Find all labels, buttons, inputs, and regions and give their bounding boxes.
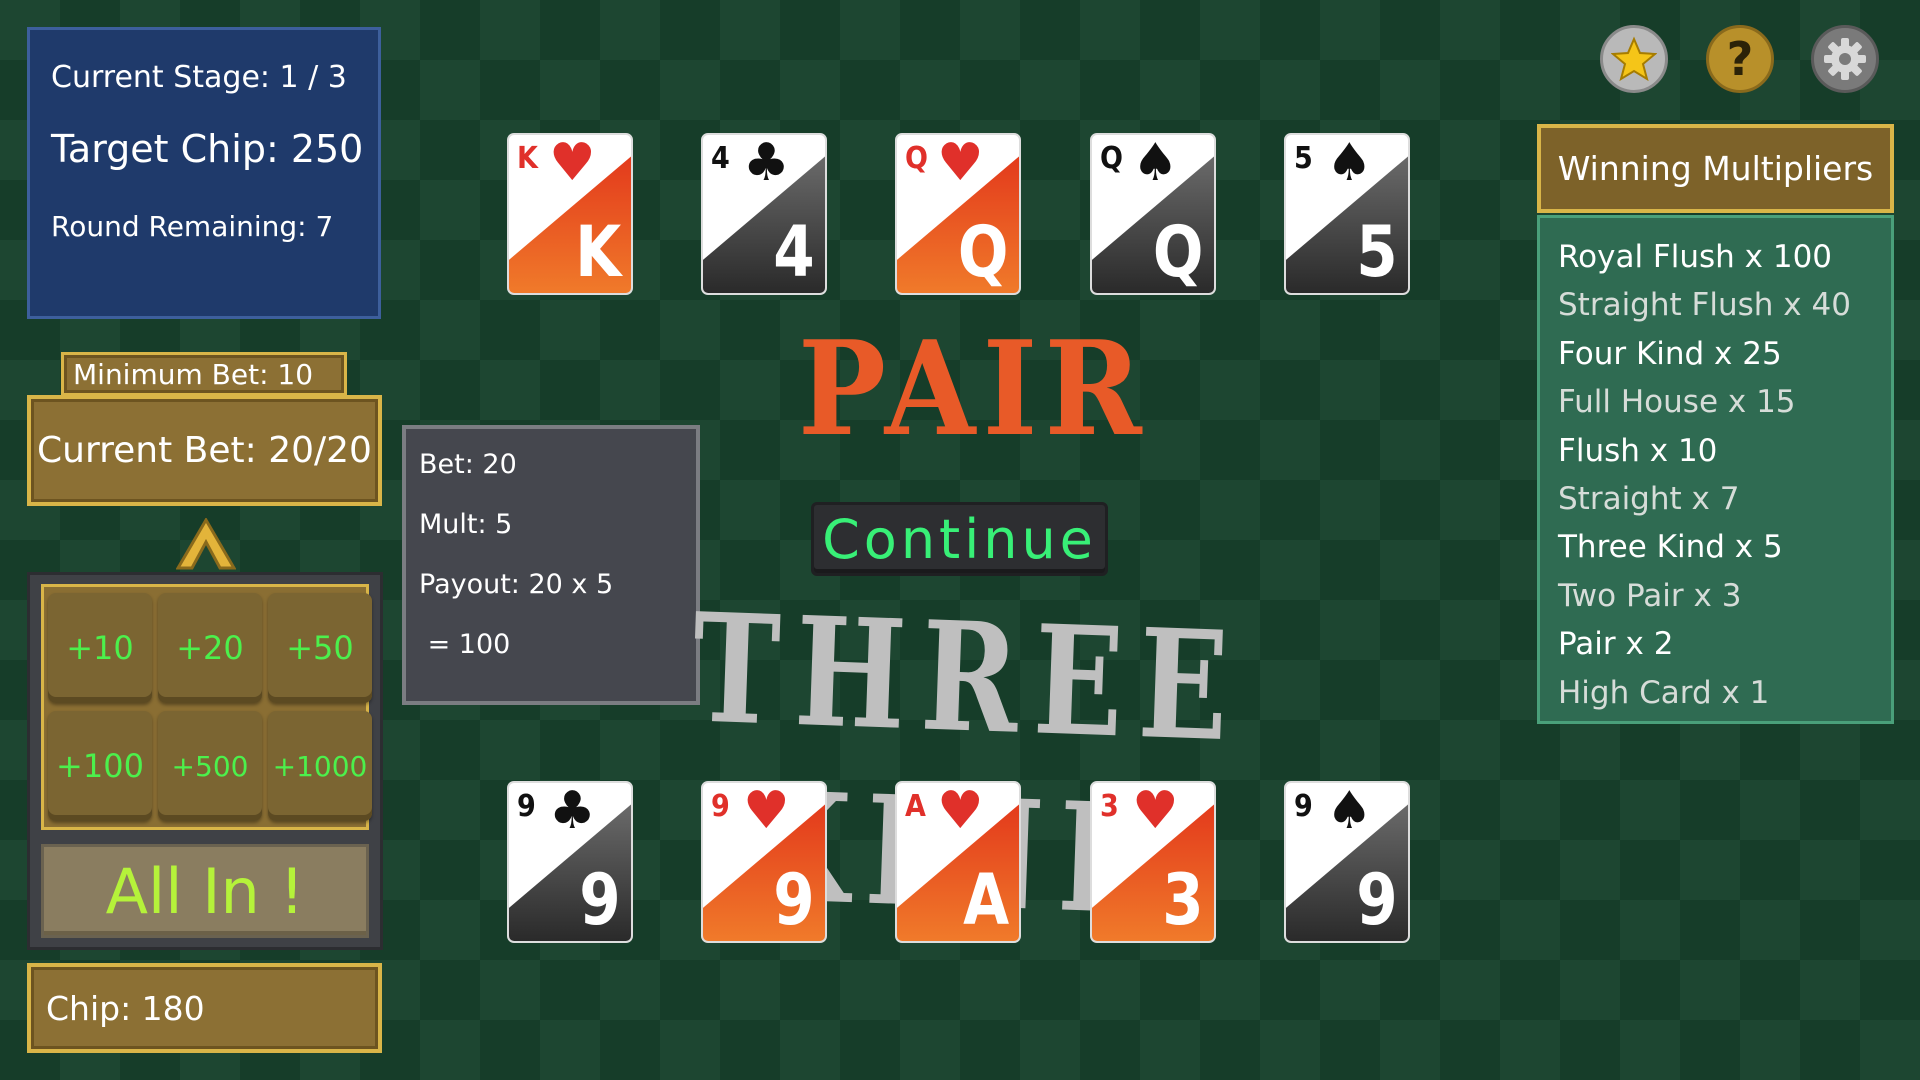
target-chip-label: Target Chip: 250 (51, 127, 364, 171)
favorites-button[interactable] (1600, 25, 1668, 93)
card-rank: 3 (1100, 789, 1119, 824)
payout-mult: Mult: 5 (419, 509, 513, 540)
add-10-button[interactable]: +10 (48, 593, 152, 703)
card-rank: 5 (1294, 141, 1313, 176)
dealer-card-3: Q ♥ Q (895, 133, 1021, 295)
dealer-card-2: 4 ♣ 4 (701, 133, 827, 295)
heart-icon: ♥ (1132, 781, 1179, 841)
player-card-3[interactable]: A ♥ A (895, 781, 1021, 943)
stage-panel: Current Stage: 1 / 3 Target Chip: 250 Ro… (27, 27, 381, 319)
card-rank-large: Q (1153, 211, 1204, 293)
multipliers-list: Royal Flush x 100 Straight Flush x 40 Fo… (1537, 215, 1894, 724)
heart-icon: ♥ (937, 133, 984, 193)
spade-icon: ♠ (1326, 133, 1373, 193)
heart-icon: ♥ (549, 133, 596, 193)
club-icon: ♣ (549, 781, 596, 841)
payout-formula: Payout: 20 x 5 (419, 569, 614, 600)
club-icon: ♣ (743, 133, 790, 193)
payout-bet: Bet: 20 (419, 449, 517, 480)
multiplier-item: Two Pair x 3 (1558, 577, 1742, 614)
dealer-card-4: Q ♠ Q (1090, 133, 1216, 295)
all-in-button[interactable]: All In ! (41, 844, 369, 938)
settings-button[interactable] (1811, 25, 1879, 93)
card-rank-large: 5 (1356, 211, 1398, 293)
multiplier-item: Three Kind x 5 (1558, 529, 1783, 566)
player-card-4[interactable]: 3 ♥ 3 (1090, 781, 1216, 943)
add-500-button[interactable]: +500 (158, 711, 262, 821)
card-rank: 9 (517, 789, 536, 824)
player-card-1[interactable]: 9 ♣ 9 (507, 781, 633, 943)
round-remaining-label: Round Remaining: 7 (51, 210, 334, 243)
card-rank-large: K (574, 211, 621, 293)
raise-arrow-icon[interactable] (176, 518, 236, 573)
player-card-5[interactable]: 9 ♠ 9 (1284, 781, 1410, 943)
add-1000-button[interactable]: +1000 (268, 711, 372, 821)
player-card-2[interactable]: 9 ♥ 9 (701, 781, 827, 943)
add-50-button[interactable]: +50 (268, 593, 372, 703)
card-rank-large: Q (958, 211, 1009, 293)
card-rank-large: 3 (1162, 859, 1204, 941)
multiplier-item: Flush x 10 (1558, 432, 1718, 469)
card-rank: 9 (711, 789, 730, 824)
chip-balance: Chip: 180 (27, 963, 382, 1053)
card-rank: 9 (1294, 789, 1313, 824)
card-rank-large: 4 (773, 211, 815, 293)
multiplier-item: High Card x 1 (1558, 674, 1770, 711)
help-button[interactable]: ? (1706, 25, 1774, 93)
spade-icon: ♠ (1132, 133, 1179, 193)
add-20-button[interactable]: +20 (158, 593, 262, 703)
dealer-card-5: 5 ♠ 5 (1284, 133, 1410, 295)
add-100-button[interactable]: +100 (48, 711, 152, 821)
multiplier-item: Full House x 15 (1558, 384, 1796, 421)
minimum-bet-label: Minimum Bet: 10 (61, 352, 347, 396)
payout-result: = 100 (419, 629, 511, 660)
dealer-card-1: K ♥ K (507, 133, 633, 295)
card-rank: 4 (711, 141, 730, 176)
heart-icon: ♥ (937, 781, 984, 841)
card-rank-large: A (962, 859, 1009, 941)
gear-icon (1824, 38, 1866, 80)
bet-controls: +10 +20 +50 +100 +500 +1000 All In ! (27, 572, 383, 950)
dealer-hand-title: PAIR (798, 312, 1150, 465)
chip-button-grid: +10 +20 +50 +100 +500 +1000 (41, 584, 372, 830)
card-rank: K (517, 141, 538, 176)
help-icon: ? (1726, 32, 1754, 86)
card-rank: Q (1100, 141, 1123, 176)
star-icon (1611, 36, 1657, 82)
current-stage-label: Current Stage: 1 / 3 (51, 60, 347, 95)
multiplier-item: Straight Flush x 40 (1558, 287, 1851, 324)
multipliers-title: Winning Multipliers (1537, 124, 1894, 213)
card-rank-large: 9 (773, 859, 815, 941)
spade-icon: ♠ (1326, 781, 1373, 841)
current-bet-display: Current Bet: 20/20 (27, 395, 382, 506)
multiplier-item: Straight x 7 (1558, 480, 1740, 517)
card-rank-large: 9 (579, 859, 621, 941)
continue-button[interactable]: Continue (811, 502, 1108, 576)
multiplier-item: Royal Flush x 100 (1558, 239, 1833, 275)
multiplier-item: Four Kind x 25 (1558, 335, 1782, 372)
card-rank: A (905, 789, 926, 824)
card-rank-large: 9 (1356, 859, 1398, 941)
multiplier-item: Pair x 2 (1558, 626, 1674, 663)
card-rank: Q (905, 141, 928, 176)
heart-icon: ♥ (743, 781, 790, 841)
